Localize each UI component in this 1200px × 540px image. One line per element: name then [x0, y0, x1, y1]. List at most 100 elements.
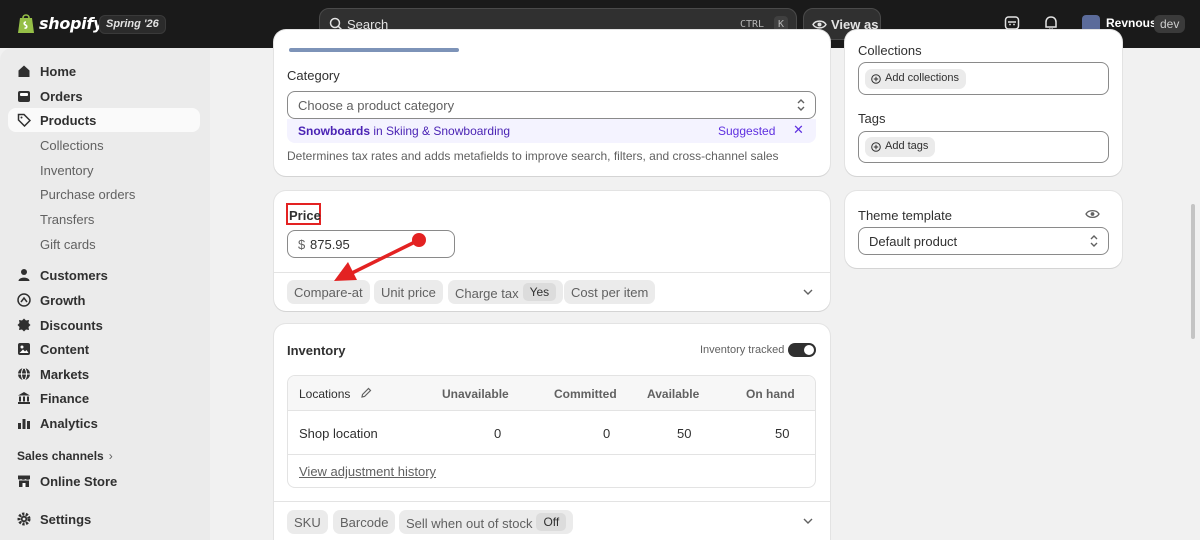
scrollbar[interactable] — [1191, 204, 1195, 339]
gear-icon — [17, 512, 31, 526]
sidebar-item-products[interactable]: Products — [8, 108, 200, 132]
collections-label: Collections — [858, 43, 922, 58]
column-header-unavailable: Unavailable — [442, 387, 509, 401]
toggle-knob — [804, 345, 814, 355]
sidebar-item-transfers[interactable]: Transfers — [8, 207, 200, 231]
plus-circle-icon — [871, 142, 881, 152]
available-value[interactable]: 50 — [677, 426, 691, 441]
sidebar-item-settings[interactable]: Settings — [8, 507, 200, 531]
select-arrows-icon — [1090, 235, 1098, 247]
sell-out-of-stock-value: Off — [536, 513, 567, 531]
sku-button[interactable]: SKU — [287, 510, 328, 534]
analytics-icon — [18, 419, 30, 429]
content-icon — [18, 343, 30, 355]
charge-tax-button[interactable]: Charge tax Yes — [448, 280, 564, 304]
chevron-down-icon[interactable] — [803, 289, 813, 295]
sidebar-item-label: Settings — [40, 512, 92, 527]
theme-template-select[interactable]: Default product — [858, 227, 1109, 255]
annotation-arrow — [334, 233, 426, 281]
sidebar-item-discounts[interactable]: Discounts — [8, 313, 200, 337]
sidebar-item-growth[interactable]: Growth — [8, 288, 200, 312]
eye-icon[interactable] — [1085, 208, 1100, 220]
sidebar-item-gift-cards[interactable]: Gift cards — [8, 232, 200, 256]
add-tags-button[interactable]: Add tags — [865, 137, 936, 157]
column-header-locations: Locations — [299, 387, 351, 401]
category-suggestion[interactable]: Snowboards in Skiing & Snowboarding Sugg… — [287, 119, 816, 143]
sidebar-item-label: Home — [40, 64, 77, 79]
add-collections-button[interactable]: Add collections — [865, 69, 966, 89]
edition-badge: Spring '26 — [99, 15, 166, 34]
sidebar-item-label: Markets — [40, 367, 90, 382]
sidebar-item-collections[interactable]: Collections — [8, 133, 200, 157]
sales-channels-heading[interactable]: Sales channels › — [17, 449, 113, 463]
sidebar-item-analytics[interactable]: Analytics — [8, 411, 200, 435]
suggestion-parent: in Skiing & Snowboarding — [370, 124, 511, 138]
unavailable-value[interactable]: 0 — [494, 426, 501, 441]
pencil-icon[interactable] — [360, 387, 372, 399]
inventory-table: Locations Unavailable Committed Availabl… — [287, 375, 816, 488]
discount-icon — [17, 318, 31, 332]
user-name[interactable]: Revnous — [1106, 16, 1157, 30]
sidebar-item-online-store[interactable]: Online Store — [8, 469, 200, 493]
charge-tax-value: Yes — [522, 283, 557, 301]
table-header: Locations Unavailable Committed Availabl… — [288, 376, 815, 411]
sidebar-item-customers[interactable]: Customers — [8, 263, 200, 287]
plus-circle-icon — [871, 74, 881, 84]
sidebar-item-markets[interactable]: Markets — [8, 362, 200, 386]
bank-icon — [18, 392, 30, 404]
close-icon[interactable]: ✕ — [793, 122, 804, 138]
globe-icon — [18, 367, 30, 381]
sidebar-item-inventory[interactable]: Inventory — [8, 158, 200, 182]
adjustment-history-link[interactable]: View adjustment history — [299, 464, 436, 479]
chevron-down-icon[interactable] — [803, 518, 813, 524]
committed-value: 0 — [603, 426, 611, 441]
person-icon — [18, 269, 30, 281]
select-arrows-icon — [797, 99, 805, 111]
sidebar-item-label: Purchase orders — [40, 187, 136, 202]
tags-field[interactable]: Add tags — [858, 131, 1109, 163]
sidebar-item-finance[interactable]: Finance — [8, 386, 200, 410]
barcode-button[interactable]: Barcode — [333, 510, 396, 534]
theme-template-label: Theme template — [858, 208, 952, 223]
inventory-tracked-toggle[interactable] — [788, 343, 816, 357]
shopify-logo[interactable]: shopify — [17, 13, 103, 34]
category-select[interactable]: Choose a product category — [287, 91, 816, 119]
sidebar-item-purchase-orders[interactable]: Purchase orders — [8, 182, 200, 206]
price-label: Price — [286, 203, 321, 225]
search-icon — [329, 17, 343, 31]
sidebar-item-orders[interactable]: Orders — [8, 84, 200, 108]
cost-per-item-button[interactable]: Cost per item — [564, 280, 656, 304]
column-header-on-hand: On hand — [746, 387, 795, 401]
bell-icon[interactable] — [1043, 15, 1059, 31]
category-placeholder: Choose a product category — [298, 98, 455, 113]
inventory-tracked-label: Inventory tracked — [700, 344, 785, 356]
sidebar-item-label: Discounts — [40, 318, 103, 333]
sidebar-item-content[interactable]: Content — [8, 337, 200, 361]
user-badge: dev — [1154, 15, 1186, 33]
sidebar-item-label: Analytics — [40, 416, 98, 431]
sales-channels-label: Sales channels — [17, 449, 104, 463]
sidebar-item-label: Finance — [40, 391, 90, 406]
sell-out-of-stock-button[interactable]: Sell when out of stock Off — [399, 510, 574, 534]
sidebar-item-label: Gift cards — [40, 237, 96, 252]
sidebar-item-home[interactable]: Home — [8, 59, 200, 83]
on-hand-value[interactable]: 50 — [775, 426, 789, 441]
sidebar-item-label: Collections — [40, 138, 104, 153]
theme-template-value: Default product — [869, 234, 958, 249]
tags-label: Tags — [858, 111, 886, 126]
divider — [274, 501, 830, 502]
divider — [288, 454, 815, 455]
tag-icon — [17, 113, 31, 127]
sidebar-item-label: Inventory — [40, 163, 94, 178]
sidebar-item-label: Growth — [40, 293, 86, 308]
column-header-committed: Committed — [554, 387, 617, 401]
sidebar-item-label: Customers — [40, 268, 108, 283]
add-tags-label: Add tags — [885, 140, 929, 152]
orders-icon — [18, 91, 30, 102]
chat-icon[interactable] — [1004, 15, 1020, 31]
suggestion-text: Snowboards in Skiing & Snowboarding — [298, 124, 510, 138]
sell-out-of-stock-label: Sell when out of stock — [406, 516, 533, 531]
brand-name: shopify — [39, 14, 104, 33]
collections-field[interactable]: Add collections — [858, 62, 1109, 95]
sidebar-item-label: Online Store — [40, 474, 118, 489]
